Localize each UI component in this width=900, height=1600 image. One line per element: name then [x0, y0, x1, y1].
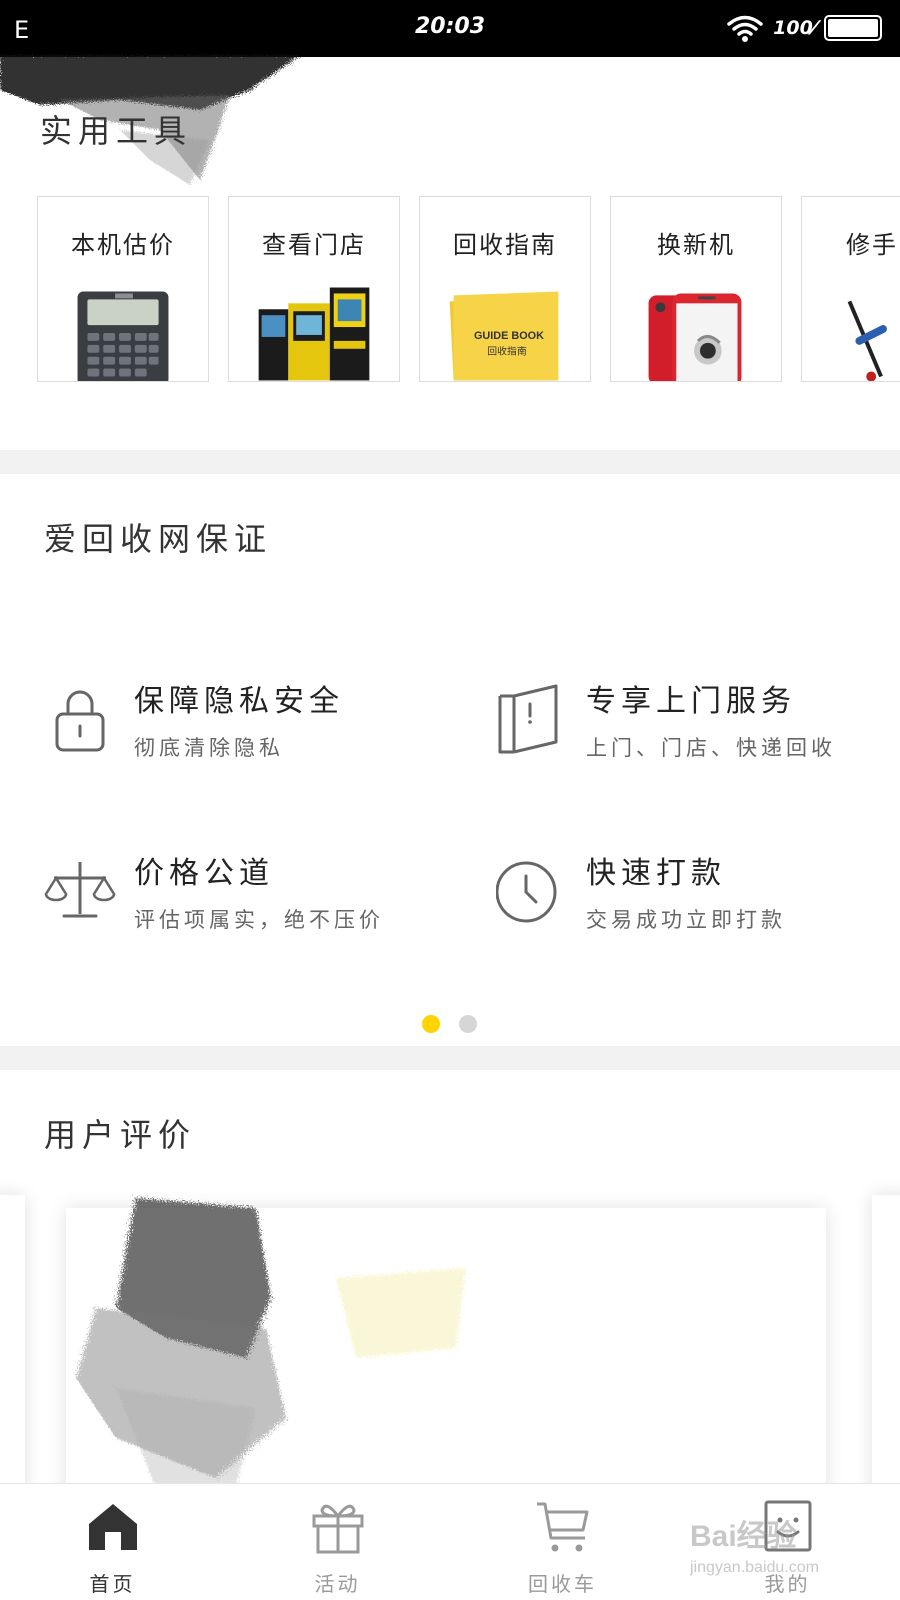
profile-icon	[764, 1500, 811, 1552]
tools-row[interactable]: 本机估价 查看门店 回收指南 GUIDE BOOK 回收指南 换新机 修手	[37, 196, 900, 384]
tab-recycle-cart[interactable]: 回收车	[450, 1484, 675, 1600]
tool-label: 回收指南	[453, 231, 557, 259]
tool-card-repair[interactable]: 修手	[801, 196, 900, 382]
status-bar: E 20:03 100⁄	[0, 0, 900, 57]
feature-door-service: 专享上门服务 上门、门店、快递回收	[496, 676, 900, 776]
pagination-dot-active[interactable]	[422, 1015, 440, 1033]
tab-label: 首页	[89, 1572, 136, 1596]
svg-text:GUIDE BOOK: GUIDE BOOK	[474, 330, 544, 342]
cart-icon	[536, 1502, 588, 1552]
door-icon	[498, 684, 558, 754]
tool-label: 查看门店	[262, 231, 366, 259]
status-indicators: 100⁄	[725, 12, 882, 44]
ink-brush-decoration	[76, 1198, 466, 1485]
feature-privacy: 保障隐私安全 彻底清除隐私	[44, 676, 484, 776]
feature-fair-price: 价格公道 评估项属实，绝不压价	[44, 848, 484, 948]
carousel-pagination	[0, 1015, 900, 1035]
red-phone-icon	[648, 293, 742, 381]
wifi-icon	[727, 15, 763, 42]
feature-title: 价格公道	[134, 856, 274, 891]
feature-subtitle: 交易成功立即打款	[586, 908, 786, 932]
feature-fast-payment: 快速打款 交易成功立即打款	[496, 848, 900, 948]
feature-title: 保障隐私安全	[134, 684, 344, 719]
tab-activities[interactable]: 活动	[225, 1484, 450, 1600]
battery-percent: 100⁄	[773, 17, 816, 39]
feature-subtitle: 上门、门店、快递回收	[586, 736, 836, 760]
feature-title: 专享上门服务	[586, 684, 796, 719]
section-divider	[0, 1046, 900, 1070]
section-divider	[0, 450, 900, 474]
tool-label: 换新机	[657, 231, 735, 259]
gift-icon	[312, 1504, 363, 1554]
review-card-prev[interactable]	[0, 1195, 25, 1485]
tools-section-title: 实用工具	[40, 112, 193, 150]
lock-icon	[55, 690, 105, 752]
tab-label: 活动	[314, 1572, 361, 1596]
guide-book-icon: GUIDE BOOK 回收指南	[449, 291, 559, 381]
tool-card-estimate[interactable]: 本机估价	[37, 196, 209, 382]
reviews-section-title: 用户评价	[44, 1116, 197, 1154]
tool-label: 本机估价	[71, 231, 175, 259]
tool-card-stores[interactable]: 查看门店	[228, 196, 400, 382]
store-kiosk-icon	[258, 287, 370, 381]
tool-card-trade-in[interactable]: 换新机	[610, 196, 782, 382]
tab-label: 我的	[764, 1572, 811, 1596]
feature-title: 快速打款	[586, 856, 726, 891]
svg-text:回收指南: 回收指南	[487, 345, 527, 358]
bottom-tab-bar: 首页 活动 回收车 我的	[0, 1483, 900, 1600]
repair-tools-icon	[847, 300, 887, 381]
tool-card-guide[interactable]: 回收指南 GUIDE BOOK 回收指南	[419, 196, 591, 382]
tool-label: 修手	[846, 231, 898, 259]
review-card[interactable]	[66, 1198, 826, 1485]
clock-icon	[496, 861, 557, 923]
pagination-dot[interactable]	[459, 1015, 477, 1033]
tab-home[interactable]: 首页	[0, 1484, 225, 1600]
battery-icon	[824, 15, 882, 41]
feature-subtitle: 评估项属实，绝不压价	[134, 908, 384, 932]
tab-profile[interactable]: 我的	[675, 1484, 900, 1600]
home-icon	[88, 1504, 137, 1550]
review-card-next[interactable]	[872, 1195, 900, 1485]
feature-subtitle: 彻底清除隐私	[134, 736, 284, 760]
guarantee-section-title: 爱回收网保证	[44, 520, 273, 558]
calculator-icon	[77, 291, 169, 381]
scale-icon	[44, 862, 116, 918]
tab-label: 回收车	[528, 1572, 597, 1596]
reviews-carousel[interactable]	[0, 1175, 900, 1485]
